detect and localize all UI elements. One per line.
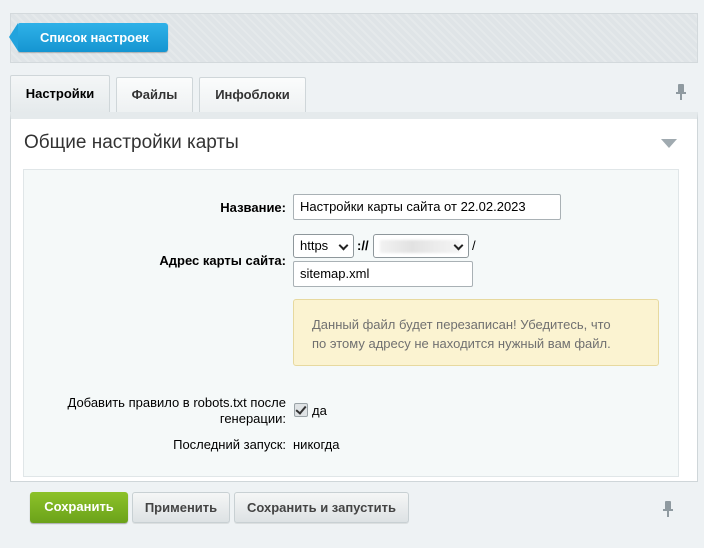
save-and-run-button[interactable]: Сохранить и запустить xyxy=(234,492,409,523)
chevron-down-icon xyxy=(338,240,349,251)
last-run-label: Последний запуск: xyxy=(173,437,286,452)
warning-line-1: Данный файл будет перезаписан! Убедитесь… xyxy=(312,317,611,332)
apply-button[interactable]: Применить xyxy=(132,492,230,523)
collapse-icon[interactable] xyxy=(661,139,677,148)
sitemap-filename-input[interactable]: sitemap.xml xyxy=(293,261,473,287)
tab-files[interactable]: Файлы xyxy=(116,77,193,112)
pin-icon[interactable] xyxy=(676,84,686,100)
robots-label: Добавить правило в robots.txt после гене… xyxy=(40,395,287,427)
robots-label-line-1: Добавить правило в robots.txt после xyxy=(67,395,287,410)
path-separator: / xyxy=(472,238,476,253)
pin-icon[interactable] xyxy=(663,501,673,517)
section-title: Общие настройки карты xyxy=(24,132,239,153)
save-button[interactable]: Сохранить xyxy=(30,492,128,523)
protocol-select[interactable]: https xyxy=(293,234,354,258)
name-label: Название: xyxy=(220,200,286,215)
robots-checkbox-label[interactable]: да xyxy=(312,403,327,418)
name-input[interactable]: Настройки карты сайта от 22.02.2023 xyxy=(293,194,561,220)
sitemap-address-label: Адрес карты сайта: xyxy=(159,253,286,268)
tab-settings[interactable]: Настройки xyxy=(10,75,110,113)
robots-checkbox[interactable] xyxy=(294,403,308,417)
blurred-domain xyxy=(380,240,460,253)
tab-infoblocks[interactable]: Инфоблоки xyxy=(199,77,306,112)
robots-label-line-2: генерации: xyxy=(219,411,286,426)
protocol-value: https xyxy=(300,238,329,253)
settings-list-button[interactable]: Список настроек xyxy=(9,23,168,52)
overwrite-warning: Данный файл будет перезаписан! Убедитесь… xyxy=(293,299,659,366)
protocol-separator: :// xyxy=(357,238,369,253)
last-run-value: никогда xyxy=(293,437,340,452)
warning-line-2: по этому адресу не находится нужный вам … xyxy=(312,336,611,351)
domain-select[interactable] xyxy=(373,234,469,258)
